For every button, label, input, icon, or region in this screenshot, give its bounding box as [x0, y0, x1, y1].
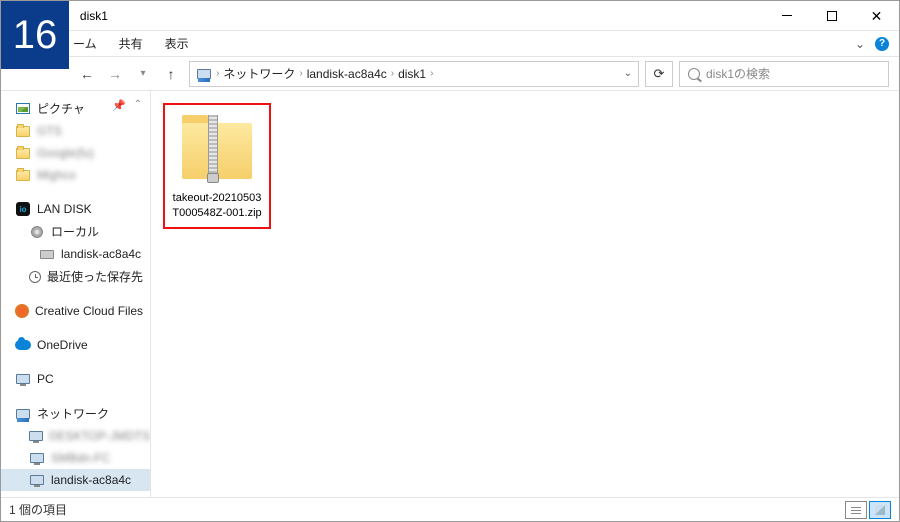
computer-icon — [29, 450, 45, 466]
refresh-button[interactable]: ⟳ — [645, 61, 673, 87]
nav-label: Google(fu) — [37, 146, 94, 160]
onedrive-icon — [15, 337, 31, 353]
navigation-pane[interactable]: 📌 ⌃ ピクチャ GTS Google(fu) Mighco io LAN DI… — [1, 91, 151, 497]
network-icon — [15, 406, 31, 422]
computer-icon — [29, 472, 45, 488]
computer-icon — [29, 428, 43, 444]
nav-network-host-selected[interactable]: landisk-ac8a4c — [1, 469, 150, 491]
nav-landisk[interactable]: io LAN DISK — [1, 198, 150, 220]
breadcrumb-folder[interactable]: disk1 — [398, 67, 426, 81]
nav-onedrive[interactable]: OneDrive — [1, 334, 150, 356]
nav-label: Mighco — [37, 168, 76, 182]
search-placeholder: disk1の検索 — [706, 65, 770, 82]
tab-share[interactable]: 共有 — [119, 35, 143, 52]
folder-icon — [15, 167, 31, 183]
nav-label: LAN DISK — [37, 202, 92, 216]
file-name-label: takeout-20210503T000548Z-001.zip — [171, 191, 263, 221]
nav-label: Creative Cloud Files — [35, 304, 143, 318]
nav-creative-cloud[interactable]: Creative Cloud Files — [1, 300, 150, 322]
disk-icon — [29, 224, 45, 240]
chevron-right-icon[interactable]: › — [391, 68, 394, 79]
main-area: 📌 ⌃ ピクチャ GTS Google(fu) Mighco io LAN DI… — [1, 91, 899, 497]
nav-quick-item[interactable]: Mighco — [1, 164, 150, 186]
creative-cloud-icon — [15, 303, 29, 319]
file-item-zip[interactable]: takeout-20210503T000548Z-001.zip — [163, 103, 271, 229]
pin-icon[interactable]: 📌 — [112, 99, 126, 112]
nav-quick-item[interactable]: GTS — [1, 120, 150, 142]
scroll-up-icon[interactable]: ⌃ — [134, 99, 142, 110]
chevron-right-icon[interactable]: › — [216, 68, 219, 79]
nav-label: 最近使った保存先 — [47, 268, 143, 285]
nav-label: ローカル — [51, 223, 99, 240]
nav-pc[interactable]: PC — [1, 368, 150, 390]
maximize-button[interactable] — [809, 1, 854, 30]
search-input[interactable]: disk1の検索 — [679, 61, 889, 87]
nav-network-host[interactable]: DESKTOP-JMDTS — [1, 425, 150, 447]
nav-quick-item[interactable]: Google(fu) — [1, 142, 150, 164]
window-titlebar: ▼ disk1 ✕ — [1, 1, 899, 31]
item-count-label: 1 個の項目 — [9, 501, 67, 518]
nav-up-button[interactable]: ↑ — [159, 62, 183, 86]
breadcrumb-host[interactable]: landisk-ac8a4c — [307, 67, 387, 81]
ribbon-expand-icon[interactable]: ⌄ — [855, 37, 865, 51]
nav-local[interactable]: ローカル — [1, 220, 150, 243]
window-title: disk1 — [80, 9, 108, 23]
step-number-overlay: 16 — [1, 1, 69, 69]
nav-history-dropdown[interactable]: ▾ — [131, 62, 155, 86]
address-dropdown-icon[interactable]: ⌄ — [624, 68, 632, 79]
file-list-area[interactable]: takeout-20210503T000548Z-001.zip — [151, 91, 899, 497]
clock-icon — [29, 269, 41, 285]
pictures-icon — [15, 101, 31, 117]
breadcrumb-network[interactable]: ネットワーク — [223, 65, 295, 82]
folder-icon — [15, 145, 31, 161]
tab-view[interactable]: 表示 — [165, 35, 189, 52]
minimize-button[interactable] — [764, 1, 809, 30]
folder-icon — [15, 123, 31, 139]
drive-icon — [39, 246, 55, 262]
chevron-right-icon[interactable]: › — [430, 68, 433, 79]
nav-recent[interactable]: 最近使った保存先 — [1, 265, 150, 288]
nav-label: GTS — [37, 124, 62, 138]
nav-label: DESKTOP-JMDTS — [49, 429, 150, 443]
chevron-right-icon[interactable]: › — [299, 68, 302, 79]
close-button[interactable]: ✕ — [854, 1, 899, 30]
nav-forward-button[interactable]: → — [103, 62, 127, 86]
help-icon[interactable]: ? — [875, 37, 889, 51]
address-network-icon — [196, 66, 212, 82]
nav-label: ネットワーク — [37, 405, 109, 422]
nav-label: landisk-ac8a4c — [51, 473, 131, 487]
search-icon — [688, 68, 700, 80]
tab-home[interactable]: ーム — [73, 35, 97, 52]
nav-network-host[interactable]: SMBdn-FC — [1, 447, 150, 469]
pc-icon — [15, 371, 31, 387]
view-large-icons-button[interactable] — [869, 501, 891, 519]
status-bar: 1 個の項目 — [1, 497, 899, 521]
address-bar-row: ← → ▾ ↑ › ネットワーク › landisk-ac8a4c › disk… — [1, 57, 899, 91]
ribbon-tabs: ーム 共有 表示 ⌄ ? — [1, 31, 899, 57]
landisk-icon: io — [15, 201, 31, 217]
nav-label: PC — [37, 372, 54, 386]
nav-label: ピクチャ — [37, 100, 85, 117]
nav-network[interactable]: ネットワーク — [1, 402, 150, 425]
nav-label: SMBdn-FC — [51, 451, 110, 465]
nav-label: landisk-ac8a4c — [61, 247, 141, 261]
nav-pictures[interactable]: ピクチャ — [1, 97, 150, 120]
nav-landisk-host[interactable]: landisk-ac8a4c — [1, 243, 150, 265]
nav-back-button[interactable]: ← — [75, 62, 99, 86]
nav-label: OneDrive — [37, 338, 88, 352]
zip-file-icon — [178, 115, 256, 183]
address-bar[interactable]: › ネットワーク › landisk-ac8a4c › disk1 › ⌄ — [189, 61, 639, 87]
view-details-button[interactable] — [845, 501, 867, 519]
